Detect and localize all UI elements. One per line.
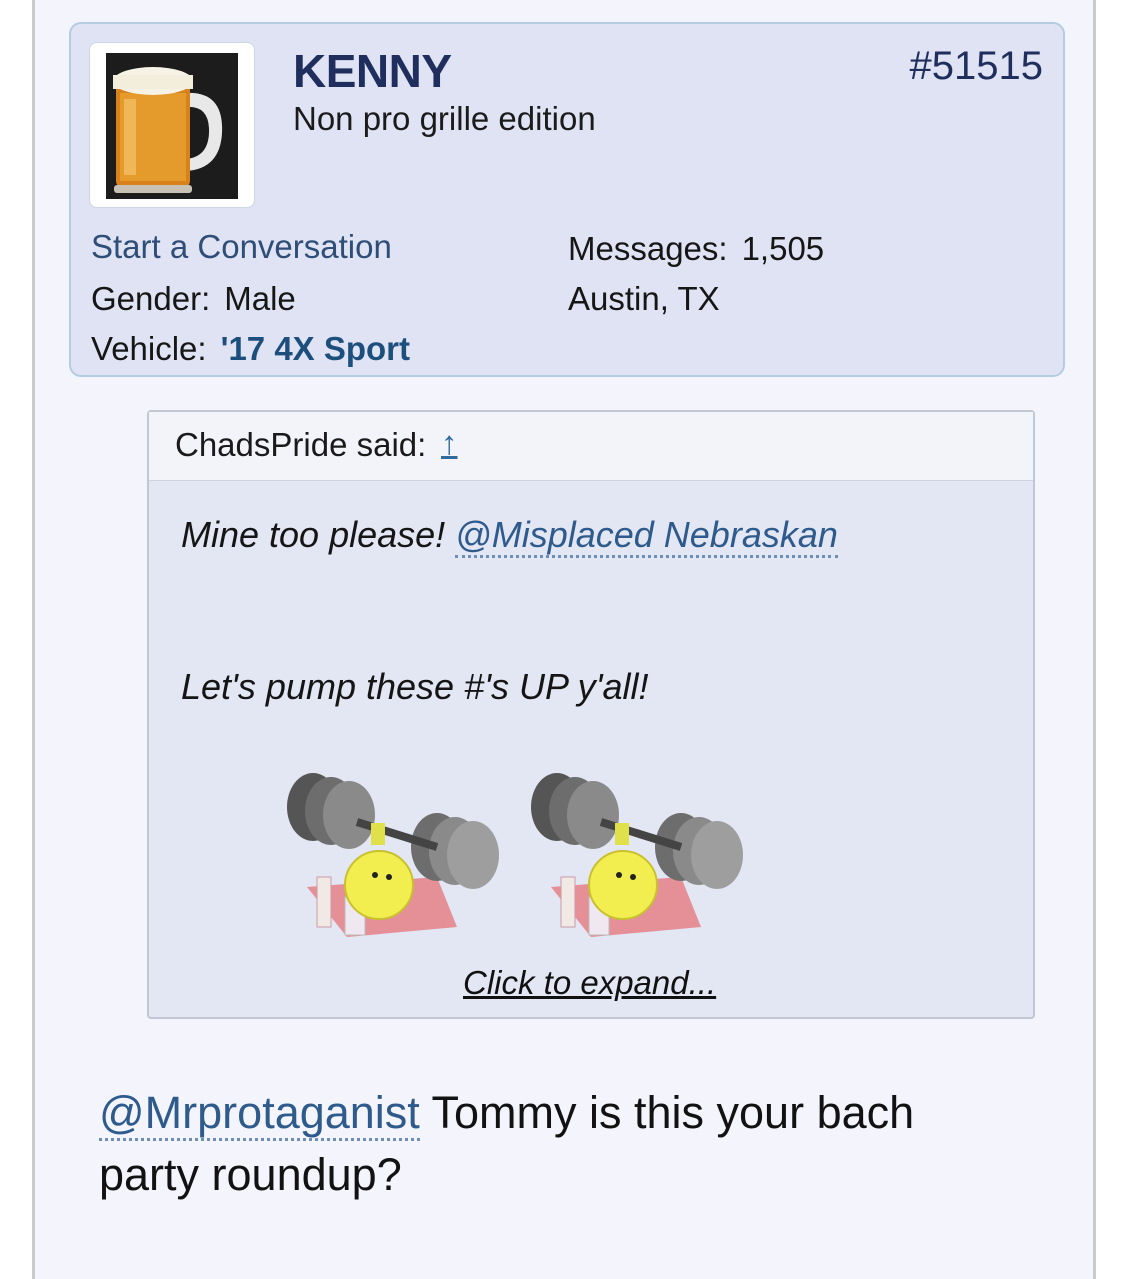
gender-row: Gender: Male <box>91 280 296 318</box>
vehicle-label: Vehicle: <box>91 330 207 367</box>
weightlifting-smiley-icon <box>531 773 743 937</box>
user-card: KENNY Non pro grille edition #51515 Star… <box>69 22 1065 377</box>
location: Austin, TX <box>568 280 720 317</box>
start-conversation-link[interactable]: Start a Conversation <box>91 228 392 266</box>
messages-value: 1,505 <box>741 230 825 267</box>
user-title: Non pro grille edition <box>293 100 596 137</box>
smilies <box>287 773 743 937</box>
vehicle-value: '17 4X Sport <box>220 330 411 367</box>
messages-label: Messages: <box>568 230 728 267</box>
quote-line-2: Let's pump these #'s UP y'all! <box>181 666 649 707</box>
jump-to-quote-icon[interactable]: ↑ <box>441 424 458 462</box>
reply-text: @Mrprotaganist Tommy is this your bach p… <box>99 1082 999 1206</box>
post-number-link[interactable]: #51515 <box>910 44 1043 89</box>
beer-mug-icon <box>106 53 238 199</box>
gender-label: Gender: <box>91 280 211 317</box>
post-container: KENNY Non pro grille edition #51515 Star… <box>32 0 1096 1279</box>
quote-header: ChadsPride said: ↑ <box>149 412 1033 481</box>
quote-text-1: Mine too please! <box>181 514 456 555</box>
weightlifting-smiley-icon <box>287 773 499 937</box>
vehicle-row: Vehicle: '17 4X Sport <box>91 330 410 368</box>
avatar[interactable] <box>89 42 255 208</box>
quote-author: ChadsPride said: <box>175 426 427 463</box>
quote-block: ChadsPride said: ↑ Mine too please! @Mis… <box>147 410 1035 1019</box>
messages-row: Messages: 1,505 <box>568 230 824 268</box>
mention-link[interactable]: @Misplaced Nebraskan <box>455 514 838 558</box>
gender-value: Male <box>224 280 296 317</box>
reply-mention-link[interactable]: @Mrprotaganist <box>99 1087 420 1141</box>
quote-line-1: Mine too please! @Misplaced Nebraskan <box>181 514 838 558</box>
click-to-expand-link[interactable]: Click to expand... <box>463 964 716 1002</box>
username[interactable]: KENNY <box>293 44 452 98</box>
